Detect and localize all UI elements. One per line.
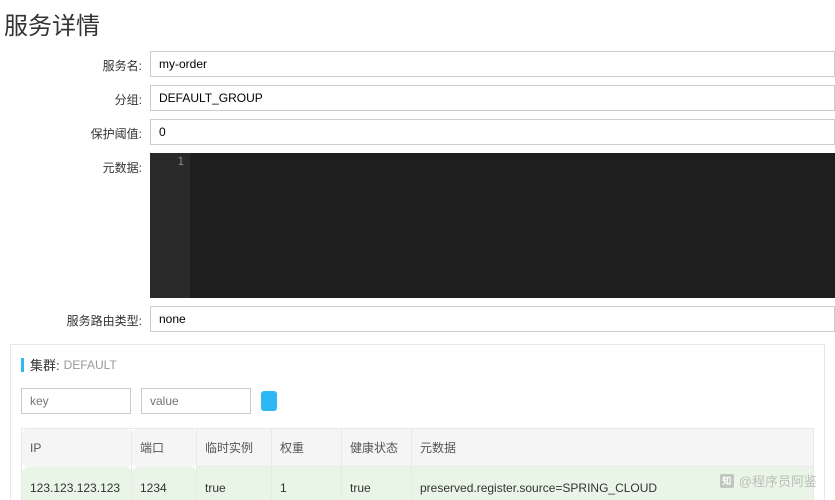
col-port: 端口 (132, 429, 197, 467)
watermark-text: @程序员阿鉴 (739, 471, 817, 490)
cell-health: true (342, 467, 412, 500)
metadata-editor[interactable]: 1 (150, 153, 835, 298)
group-label: 分组: (0, 85, 150, 108)
cluster-name: DEFAULT (64, 358, 117, 372)
cell-ephemeral: true (197, 467, 272, 500)
cluster-key-input[interactable] (21, 388, 131, 414)
cell-port: 1234 (132, 467, 197, 500)
metadata-label: 元数据: (0, 153, 150, 176)
cell-ip: 123.123.123.123 (22, 467, 132, 500)
editor-line-number: 1 (150, 153, 190, 298)
col-ephemeral: 临时实例 (197, 429, 272, 467)
col-metadata: 元数据 (412, 429, 814, 467)
service-name-label: 服务名: (0, 51, 150, 74)
col-health: 健康状态 (342, 429, 412, 467)
service-name-input[interactable] (150, 51, 835, 77)
col-ip: IP (22, 429, 132, 467)
watermark: 知 @程序员阿鉴 (720, 471, 817, 490)
instance-table: IP 端口 临时实例 权重 健康状态 元数据 123.123.123.123 1… (21, 428, 814, 500)
cluster-accent-bar (21, 358, 24, 372)
threshold-label: 保护阈值: (0, 119, 150, 142)
add-kv-button[interactable] (261, 391, 277, 411)
cluster-value-input[interactable] (141, 388, 251, 414)
route-type-label: 服务路由类型: (0, 306, 150, 329)
page-title: 服务详情 (0, 0, 835, 51)
zhihu-icon: 知 (720, 474, 734, 488)
col-weight: 权重 (272, 429, 342, 467)
route-type-input[interactable] (150, 306, 835, 332)
threshold-input[interactable] (150, 119, 835, 145)
cell-weight: 1 (272, 467, 342, 500)
table-row: 123.123.123.123 1234 true 1 true preserv… (22, 467, 814, 500)
cluster-title: 集群: (30, 355, 60, 374)
cluster-panel: 集群: DEFAULT IP 端口 临时实例 权重 健康状态 元数据 123.1… (10, 344, 825, 500)
group-input[interactable] (150, 85, 835, 111)
